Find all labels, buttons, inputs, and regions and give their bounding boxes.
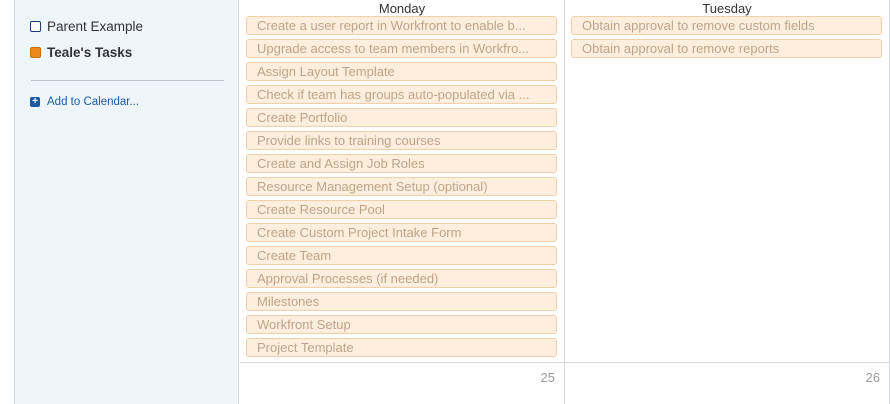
task-item[interactable]: Milestones [246, 292, 557, 311]
task-item[interactable]: Assign Layout Template [246, 62, 557, 81]
task-item[interactable]: Check if team has groups auto-populated … [246, 85, 557, 104]
day-header: Monday [378, 1, 426, 16]
add-to-calendar-link[interactable]: + Add to Calendar... [30, 96, 139, 108]
calendar-item-teales-tasks[interactable]: Teale's Tasks [30, 45, 132, 60]
task-item[interactable]: Resource Management Setup (optional) [246, 177, 557, 196]
day-header: Tuesday [702, 1, 752, 16]
task-item[interactable]: Create Team [246, 246, 557, 265]
task-item[interactable]: Obtain approval to remove custom fields [571, 16, 882, 35]
calendar-item-label: Teale's Tasks [47, 45, 133, 60]
task-item[interactable]: Create Portfolio [246, 108, 557, 127]
task-item[interactable]: Create Custom Project Intake Form [246, 223, 557, 242]
calendar-item-label: Parent Example [47, 19, 144, 34]
day-column-monday: Monday Create a user report in Workfront… [240, 0, 565, 404]
task-item[interactable]: Project Template [246, 338, 557, 357]
day-number: 26 [865, 370, 880, 385]
checkbox-icon[interactable] [30, 21, 41, 32]
day-column-tuesday: Tuesday Obtain approval to remove custom… [565, 0, 890, 404]
plus-icon: + [30, 97, 40, 107]
sidebar-divider [31, 80, 224, 81]
day-number: 25 [540, 370, 555, 385]
calendar-item-parent-example[interactable]: Parent Example [30, 19, 143, 34]
task-item[interactable]: Create Resource Pool [246, 200, 557, 219]
task-item[interactable]: Create a user report in Workfront to ena… [246, 16, 557, 35]
task-item[interactable]: Obtain approval to remove reports [571, 39, 882, 58]
calendar-sidebar: Parent Example Teale's Tasks + Add to Ca… [14, 0, 239, 404]
color-swatch-icon[interactable] [30, 47, 41, 58]
task-item[interactable]: Provide links to training courses [246, 131, 557, 150]
task-item[interactable]: Workfront Setup [246, 315, 557, 334]
day-cell-footer[interactable]: 25 [240, 362, 564, 404]
task-item[interactable]: Approval Processes (if needed) [246, 269, 557, 288]
task-item[interactable]: Create and Assign Job Roles [246, 154, 557, 173]
add-to-calendar-label: Add to Calendar... [47, 96, 140, 108]
day-cell-footer[interactable]: 26 [565, 362, 889, 404]
task-item[interactable]: Upgrade access to team members in Workfr… [246, 39, 557, 58]
